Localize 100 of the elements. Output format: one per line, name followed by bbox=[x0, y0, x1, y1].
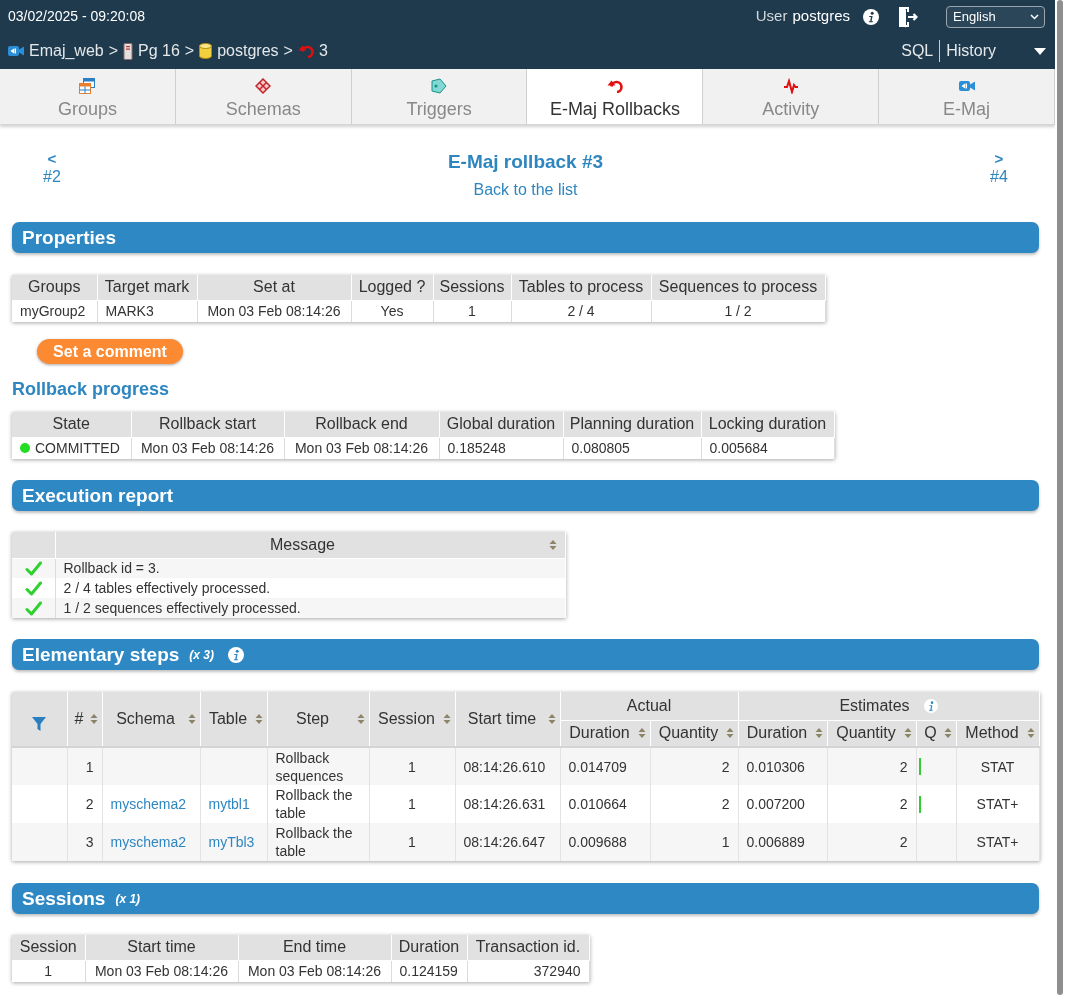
column-header: Global duration bbox=[439, 412, 563, 437]
table-cell: 2 / 4 bbox=[511, 300, 651, 322]
column-header[interactable]: Start time bbox=[455, 692, 560, 747]
table-cell: 08:14:26.647 bbox=[455, 823, 560, 861]
column-header: Sessions bbox=[433, 275, 511, 300]
column-header: Session bbox=[12, 935, 85, 960]
breadcrumb-link[interactable]: 3 bbox=[297, 39, 328, 63]
back-link[interactable]: Back to the list bbox=[473, 179, 578, 201]
filter-icon[interactable] bbox=[31, 716, 48, 732]
table-cell: 0.005684 bbox=[701, 437, 834, 459]
info-icon[interactable] bbox=[863, 8, 879, 25]
server-tower-icon bbox=[123, 42, 134, 60]
table-cell: 2 / 4 tables effectively processed. bbox=[55, 578, 565, 598]
section-title: Properties bbox=[22, 225, 116, 250]
section-title: Sessions bbox=[22, 886, 106, 911]
curved-arrow-icon bbox=[297, 44, 314, 58]
section-count: (x 3) bbox=[189, 646, 215, 664]
subsection-title: Rollback progress bbox=[12, 378, 170, 400]
logout-icon[interactable] bbox=[898, 5, 918, 28]
column-header: Logged ? bbox=[351, 275, 433, 300]
caret-down-icon[interactable] bbox=[1034, 47, 1046, 55]
next-link[interactable]: > #4 bbox=[959, 150, 1039, 186]
column-header: Actual bbox=[560, 692, 738, 720]
column-header[interactable]: Message bbox=[55, 532, 565, 558]
schema-link[interactable]: myschema2 bbox=[110, 796, 186, 812]
table-cell: STAT+ bbox=[956, 823, 1039, 861]
column-header: Start time bbox=[85, 935, 238, 960]
header-link[interactable]: History bbox=[946, 39, 996, 63]
tag-icon bbox=[431, 78, 448, 94]
column-header: Estimates bbox=[839, 695, 910, 716]
database-icon bbox=[199, 43, 213, 59]
column-header: Tables to process bbox=[511, 275, 651, 300]
column-header: Sequences to process bbox=[651, 275, 825, 300]
table-link[interactable]: myTbl3 bbox=[208, 834, 255, 850]
table-cell: Rollback id = 3. bbox=[55, 558, 565, 578]
scrollbar-thumb[interactable] bbox=[1057, 0, 1063, 995]
video-camera-icon bbox=[958, 80, 975, 92]
table-cell: Mon 03 Feb 08:14:26 bbox=[238, 960, 391, 982]
table-cell: Mon 03 Feb 08:14:26 bbox=[284, 437, 439, 459]
column-header: State bbox=[12, 412, 131, 437]
table-cell: MARK3 bbox=[97, 300, 197, 322]
table-link[interactable]: mytbl1 bbox=[208, 796, 250, 812]
video-camera-icon bbox=[8, 45, 24, 57]
column-header[interactable]: Step bbox=[267, 692, 369, 747]
chevron-down-icon bbox=[1030, 13, 1039, 20]
breadcrumb-separator: > bbox=[283, 41, 293, 61]
column-header[interactable]: Session bbox=[369, 692, 455, 747]
table-cell: 0.124159 bbox=[391, 960, 467, 982]
pulse-icon bbox=[782, 78, 799, 94]
column-header: Groups bbox=[12, 275, 97, 300]
breadcrumb-link[interactable]: Pg 16 bbox=[123, 39, 180, 63]
schema-link[interactable]: myschema2 bbox=[110, 834, 186, 850]
table-cell: 1 bbox=[12, 960, 85, 982]
table-cell: Yes bbox=[351, 300, 433, 322]
user-label: User bbox=[755, 6, 788, 27]
tables-icon bbox=[79, 78, 96, 94]
tab[interactable]: E-Maj Rollbacks bbox=[527, 69, 704, 124]
column-header[interactable]: Table bbox=[200, 692, 267, 747]
table-cell: 1 bbox=[369, 823, 455, 861]
language-select[interactable]: English bbox=[946, 5, 1045, 28]
user-name: postgres bbox=[792, 6, 850, 27]
table-cell: 372940 bbox=[467, 960, 589, 982]
diamond-icon bbox=[255, 78, 272, 94]
table-cell: 3 bbox=[67, 823, 102, 861]
table-cell: 1 / 2 sequences effectively processed. bbox=[55, 598, 565, 618]
table-cell: 1 / 2 bbox=[651, 300, 825, 322]
table-cell: 0.080805 bbox=[563, 437, 701, 459]
column-header: Set at bbox=[197, 275, 351, 300]
checkmark-icon bbox=[24, 600, 42, 616]
column-header: Locking duration bbox=[701, 412, 834, 437]
column-header: Rollback end bbox=[284, 412, 439, 437]
date-time: 03/02/2025 - 09:20:08 bbox=[8, 7, 145, 26]
table-cell: Mon 03 Feb 08:14:26 bbox=[131, 437, 284, 459]
table-cell: myGroup2 bbox=[12, 300, 97, 322]
previous-link[interactable]: < #2 bbox=[12, 150, 92, 186]
table-cell: Mon 03 Feb 08:14:26 bbox=[197, 300, 351, 322]
checkmark-icon bbox=[24, 560, 42, 576]
status-label: COMMITTED bbox=[35, 438, 120, 458]
breadcrumb-link[interactable]: postgres bbox=[199, 39, 279, 63]
column-header: Transaction id. bbox=[467, 935, 589, 960]
table-cell: Rollback the table bbox=[267, 823, 369, 861]
column-header: Rollback start bbox=[131, 412, 284, 437]
section-title: Execution report bbox=[22, 483, 173, 508]
column-header[interactable]: # bbox=[67, 692, 102, 747]
checkmark-icon bbox=[24, 580, 42, 596]
section-count: (x 1) bbox=[115, 890, 141, 908]
column-header: Duration bbox=[391, 935, 467, 960]
column-header: Target mark bbox=[97, 275, 197, 300]
breadcrumb-separator: > bbox=[108, 41, 119, 61]
column-header[interactable]: Schema bbox=[102, 692, 200, 747]
section-title: Elementary steps bbox=[22, 642, 180, 667]
table-cell: 2 bbox=[827, 823, 916, 861]
column-header: End time bbox=[238, 935, 391, 960]
column-header: Planning duration bbox=[563, 412, 701, 437]
breadcrumb-link[interactable]: Emaj_web bbox=[8, 39, 104, 63]
header-link[interactable]: SQL bbox=[901, 39, 934, 63]
table-cell: 1 bbox=[433, 300, 511, 322]
breadcrumb-separator: > bbox=[184, 41, 195, 61]
table-cell: Mon 03 Feb 08:14:26 bbox=[85, 960, 238, 982]
table-cell: 0.185248 bbox=[439, 437, 563, 459]
